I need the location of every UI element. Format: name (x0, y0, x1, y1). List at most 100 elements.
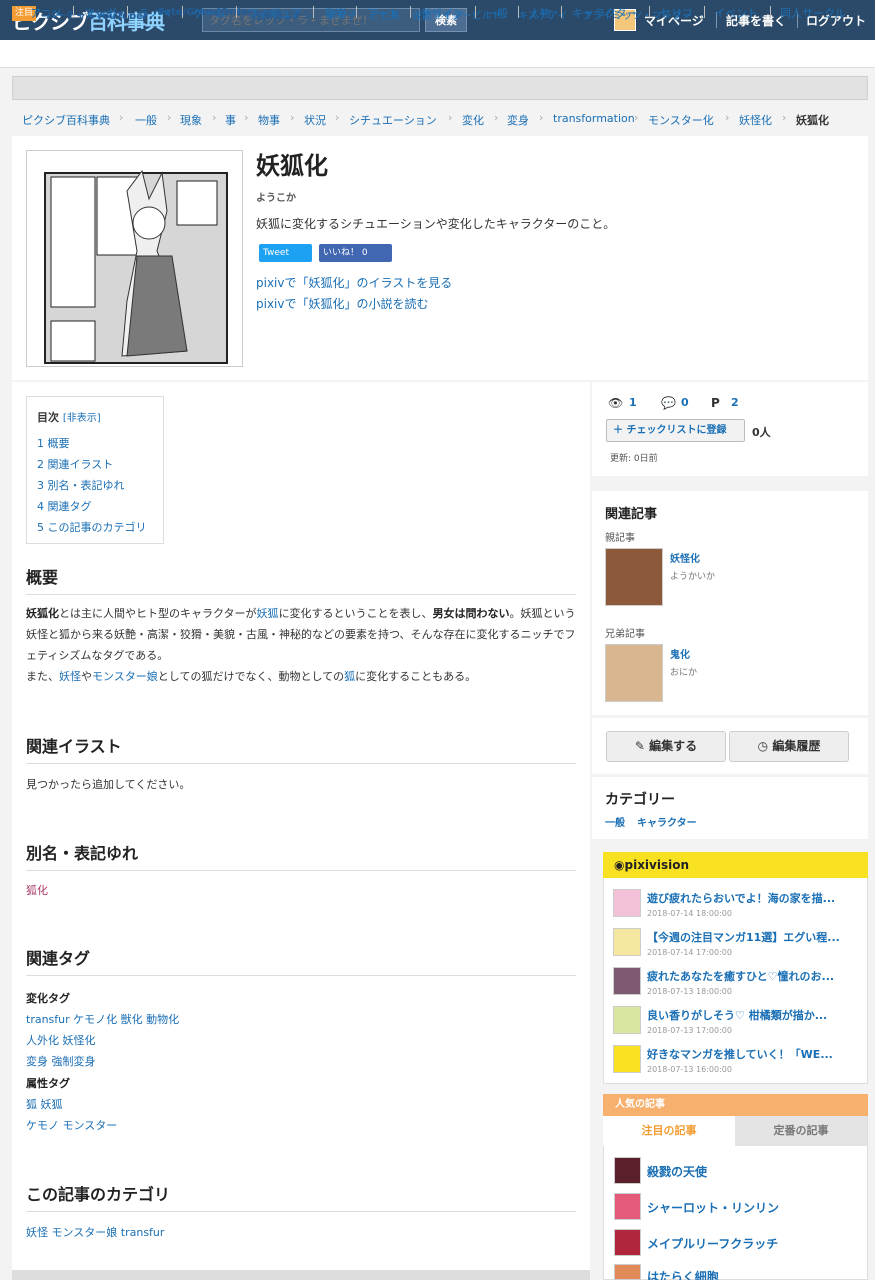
article-thumbnail[interactable] (26, 150, 243, 367)
toc-title: 目次 (37, 411, 59, 424)
tab-classic[interactable]: 定番の記事 (735, 1116, 867, 1146)
sibling-label: 兄弟記事 (605, 629, 645, 640)
comment-count[interactable]: 0 (681, 396, 689, 409)
pixivision-item[interactable]: 好きなマンガを推していく！「WE... (647, 1046, 852, 1062)
tag-row[interactable]: 人外化 妖怪化 (26, 1032, 96, 1048)
catnav-item[interactable]: ゲーム (193, 5, 226, 21)
pixivision-logo[interactable]: ◉pixivision (614, 858, 689, 872)
popular-thumbnail[interactable] (614, 1193, 641, 1220)
pixivision-date: 2018-07-14 18:00:00 (647, 909, 732, 918)
pixivision-thumbnail[interactable] (613, 889, 641, 917)
catnav-item[interactable]: デザイン (420, 5, 464, 21)
breadcrumb-item[interactable]: モンスター化 (648, 112, 714, 128)
pixiv-novel-link[interactable]: pixivで「妖狐化」の小説を読む (256, 295, 429, 312)
breadcrumb-item[interactable]: 一般 (135, 112, 157, 128)
inline-link[interactable]: 狐 (344, 670, 355, 683)
toc-toggle[interactable]: [非表示] (63, 413, 101, 424)
tweet-button[interactable]: Tweet (259, 244, 312, 262)
section-heading: 別名・表記ゆれ (26, 840, 576, 871)
pixivision-thumbnail[interactable] (613, 1045, 641, 1073)
parent-article-link[interactable]: 妖怪化 (670, 550, 700, 565)
section-heading: この記事のカテゴリ (26, 1181, 576, 1212)
tag-row[interactable]: 変身 強制変身 (26, 1053, 96, 1069)
popular-heading: 人気の記事 (603, 1094, 868, 1116)
catnav-item[interactable]: アート (367, 5, 399, 21)
breadcrumb-item[interactable]: 事 (225, 112, 236, 128)
catnav-item[interactable]: アニメ (30, 5, 63, 21)
related-heading: 関連記事 (605, 507, 658, 522)
pixivision-thumbnail[interactable] (613, 928, 641, 956)
catnav-item[interactable]: ラノベ (138, 5, 171, 21)
parent-thumbnail[interactable] (605, 548, 663, 606)
catnav-item[interactable]: マンガ (84, 5, 117, 21)
like-button[interactable]: いいね！ 0 (319, 244, 392, 262)
checklist-count: 0人 (752, 426, 771, 439)
overview-paragraph: 妖狐化とは主に人間やヒト型のキャラクターが妖狐に変化するということを表し、男女は… (26, 607, 576, 683)
pixivision-item[interactable]: 疲れたあなたを癒すひと♡憧れのお... (647, 968, 852, 984)
alias-link[interactable]: 狐化 (26, 880, 576, 901)
category-row[interactable]: 妖怪 モンスター娘 transfur (26, 1224, 164, 1240)
breadcrumb-item[interactable]: 現象 (180, 112, 202, 128)
breadcrumb-item[interactable]: 変化 (462, 112, 484, 128)
toc-item[interactable]: 2 関連イラスト (37, 456, 113, 472)
category-link[interactable]: キャラクター (637, 814, 697, 829)
toc-item[interactable]: 4 関連タグ (37, 498, 92, 514)
pixiv-count[interactable]: 2 (731, 396, 739, 409)
breadcrumb-item[interactable]: 妖怪化 (739, 112, 772, 128)
section-heading: 概要 (26, 564, 576, 595)
sibling-article-link[interactable]: 鬼化 (670, 646, 690, 661)
inline-link[interactable]: 妖怪 (59, 670, 81, 683)
tab-featured[interactable]: 注目の記事 (603, 1116, 735, 1146)
edit-button[interactable]: ✎ 編集する (606, 731, 726, 762)
pixivision-thumbnail[interactable] (613, 967, 641, 995)
popular-thumbnail[interactable] (614, 1229, 641, 1256)
pixivision-item[interactable]: 良い香りがしそう♡ 柑橘類が描か... (647, 1007, 852, 1023)
tag-row[interactable]: 狐 妖狐 (26, 1096, 63, 1112)
category-heading: カテゴリー (605, 792, 675, 808)
history-button[interactable]: ◷ 編集履歴 (729, 731, 849, 762)
footer-strip (12, 1270, 590, 1280)
toc-item[interactable]: 3 別名・表記ゆれ (37, 477, 125, 493)
tag-group-label: 変化タグ (26, 992, 70, 1005)
table-of-contents: 目次 [非表示] 1 概要 2 関連イラスト 3 別名・表記ゆれ 4 関連タグ … (26, 396, 164, 544)
pixivision-thumbnail[interactable] (613, 1006, 641, 1034)
breadcrumb-item[interactable]: シチュエーション (349, 112, 437, 128)
category-link[interactable]: 一般 (605, 814, 625, 829)
inline-link[interactable]: モンスター娘 (92, 670, 158, 683)
plus-icon: ＋ (613, 425, 627, 436)
popular-item[interactable]: はたらく細胞 (647, 1268, 719, 1280)
pixivision-date: 2018-07-13 18:00:00 (647, 987, 732, 996)
toc-item[interactable]: 5 この記事のカテゴリ (37, 519, 147, 535)
catnav-item[interactable]: 同人サークル (780, 5, 846, 21)
breadcrumb-item[interactable]: transformation (553, 112, 635, 125)
popular-item[interactable]: メイプルリーフクラッチ (647, 1235, 778, 1252)
catnav-item[interactable]: キャラクター (572, 5, 638, 21)
catnav-item[interactable]: セリフ (660, 5, 693, 21)
popular-thumbnail[interactable] (614, 1157, 641, 1184)
section-heading: 関連タグ (26, 945, 576, 976)
popular-item[interactable]: シャーロット・リンリン (647, 1199, 779, 1216)
pixivision-item[interactable]: 遊び疲れたらおいでよ！海の家を描... (647, 890, 852, 906)
sibling-thumbnail[interactable] (605, 644, 663, 702)
pencil-icon: ✎ (634, 739, 650, 753)
breadcrumb-item[interactable]: 変身 (507, 112, 529, 128)
popular-thumbnail[interactable] (614, 1264, 641, 1280)
checklist-button[interactable]: ＋ チェックリストに登録 (606, 419, 745, 442)
eye-icon: 👁 (608, 396, 624, 410)
catnav-item[interactable]: フィギュア (247, 5, 302, 21)
comment-icon: 💬 (661, 396, 676, 410)
catnav-item[interactable]: 一般 (486, 5, 508, 21)
catnav-item[interactable]: イベント (714, 5, 758, 21)
catnav-item[interactable]: 人物 (529, 5, 551, 21)
catnav-item[interactable]: 音楽 (324, 5, 346, 21)
pixiv-illust-link[interactable]: pixivで「妖狐化」のイラストを見る (256, 274, 452, 291)
breadcrumb-item[interactable]: ピクシブ百科事典 (22, 112, 110, 128)
inline-link[interactable]: 妖狐 (257, 607, 279, 620)
tag-row[interactable]: transfur ケモノ化 獣化 動物化 (26, 1011, 179, 1027)
tag-row[interactable]: ケモノ モンスター (26, 1117, 117, 1133)
breadcrumb-item[interactable]: 状況 (304, 112, 326, 128)
pixivision-item[interactable]: 【今週の注目マンガ11選】エグい程... (647, 929, 852, 945)
toc-item[interactable]: 1 概要 (37, 435, 70, 451)
popular-item[interactable]: 殺戮の天使 (647, 1163, 707, 1180)
breadcrumb-item[interactable]: 物事 (258, 112, 280, 128)
